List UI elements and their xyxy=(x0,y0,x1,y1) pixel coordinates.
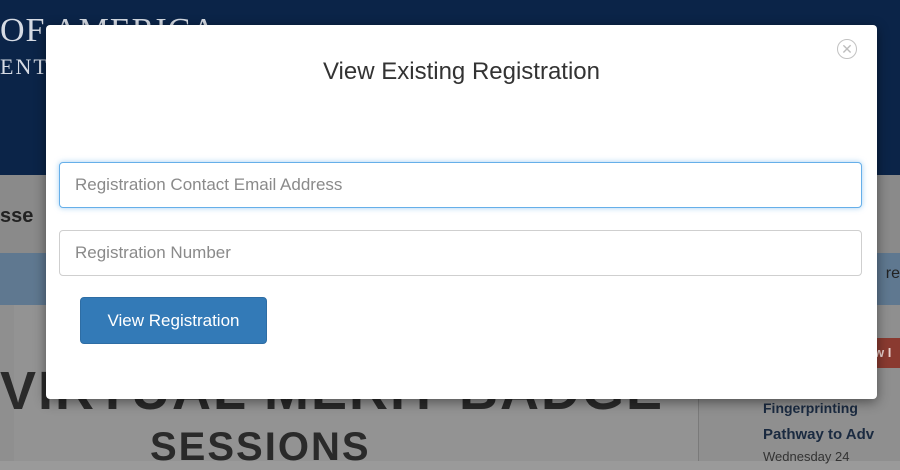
nav-link-fragment: sse xyxy=(0,205,34,227)
registration-modal: View Existing Registration ✕ View Regist… xyxy=(46,25,877,399)
site-logo-subtext: ENT xyxy=(0,54,49,79)
sidebar-event-title: Fingerprinting xyxy=(763,400,858,416)
registration-number-field[interactable] xyxy=(59,230,862,276)
modal-title: View Existing Registration xyxy=(322,58,601,85)
page-heading-line2: SESSIONS xyxy=(150,425,371,469)
view-registration-button[interactable]: View Registration xyxy=(80,297,267,344)
info-band-text: re xyxy=(885,265,900,282)
sidebar-event-subtitle: Pathway to Adv xyxy=(763,426,875,443)
new-badge: w I xyxy=(874,338,900,368)
email-field[interactable] xyxy=(59,162,862,208)
sidebar-event-date: Wednesday 24 xyxy=(763,449,850,464)
close-icon[interactable]: ✕ xyxy=(837,39,857,59)
